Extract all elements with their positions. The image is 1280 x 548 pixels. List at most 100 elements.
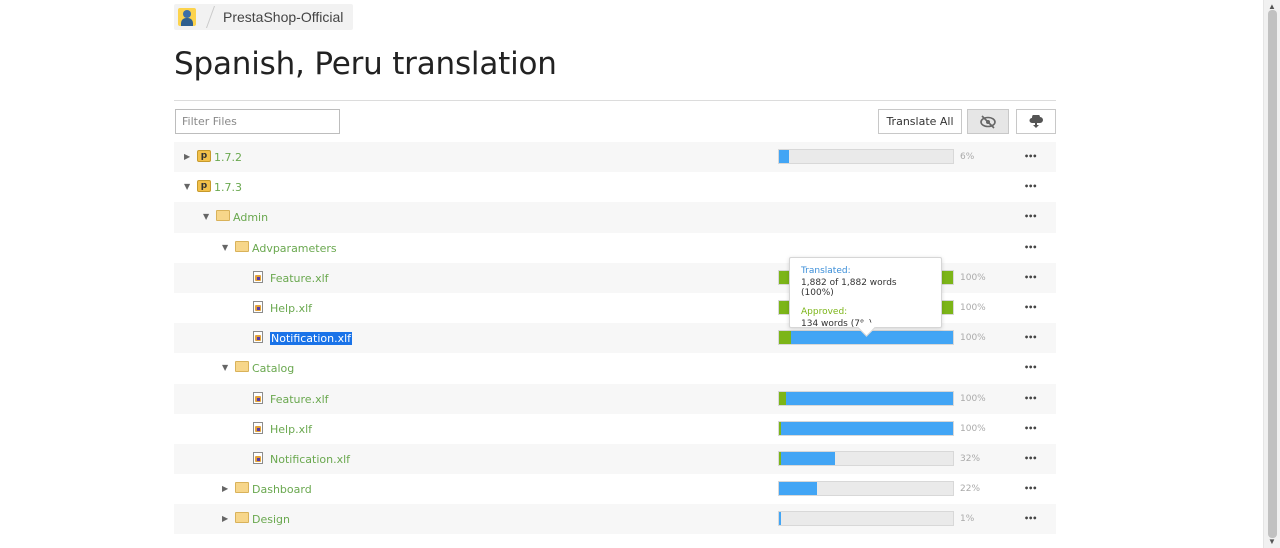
- page-title: Spanish, Peru translation: [174, 46, 557, 82]
- row-label: Notification.xlf: [270, 453, 350, 466]
- version-row[interactable]: ▶ p 1.7.2 6% •••: [174, 142, 1056, 173]
- xlf-file-icon: [253, 421, 263, 434]
- row-name-link[interactable]: Feature.xlf: [270, 393, 329, 406]
- tooltip-approved-value: 134 words (7%): [801, 319, 873, 329]
- folder-icon: [235, 482, 249, 494]
- xlf-file-icon: [253, 451, 263, 464]
- more-options-icon[interactable]: •••: [1024, 333, 1042, 342]
- progress-bar[interactable]: [778, 511, 954, 527]
- folder-row[interactable]: ▼ Admin •••: [174, 202, 1056, 233]
- progress-percent: 100%: [960, 393, 986, 404]
- translated-progress: [779, 391, 953, 405]
- row-label: 1.7.3: [214, 181, 242, 194]
- scrollbar[interactable]: ▲ ▼: [1263, 0, 1280, 548]
- row-name-link[interactable]: 1.7.3: [214, 181, 242, 194]
- row-label: Notification.xlf: [270, 332, 353, 346]
- cloud-download-icon: [1028, 114, 1044, 129]
- more-options-icon[interactable]: •••: [1024, 152, 1042, 161]
- tooltip-translated-label: Translated:: [801, 266, 851, 276]
- more-options-icon[interactable]: •••: [1024, 363, 1042, 372]
- approved-progress: [779, 421, 781, 435]
- folder-icon: [235, 240, 249, 252]
- file-row[interactable]: Feature.xlf 100% •••: [174, 383, 1056, 414]
- progress-bar[interactable]: [778, 450, 954, 466]
- version-icon: p: [197, 150, 211, 162]
- version-icon: p: [197, 180, 211, 193]
- translated-progress: [779, 482, 818, 496]
- file-row[interactable]: Help.xlf 100% •••: [174, 414, 1056, 444]
- more-options-icon[interactable]: •••: [1024, 303, 1042, 312]
- filter-files-input[interactable]: [175, 109, 340, 134]
- breadcrumb: PrestaShop-Official: [174, 4, 354, 30]
- expand-arrow-icon[interactable]: ▶: [222, 514, 228, 523]
- approved-progress: [779, 451, 781, 465]
- download-button[interactable]: [1016, 109, 1056, 134]
- more-options-icon[interactable]: •••: [1024, 484, 1042, 493]
- row-label: Help.xlf: [270, 423, 312, 436]
- translate-all-button[interactable]: Translate All: [878, 109, 962, 134]
- row-label: Advparameters: [252, 242, 337, 255]
- xlf-file-icon: [253, 331, 263, 344]
- row-name-link[interactable]: Help.xlf: [270, 302, 312, 315]
- scrollbar-thumb[interactable]: [1268, 10, 1277, 538]
- row-label: 1.7.2: [214, 151, 242, 164]
- folder-row[interactable]: ▼ Catalog •••: [174, 353, 1056, 383]
- progress-percent: 32%: [960, 453, 981, 464]
- row-name-link[interactable]: Design: [252, 513, 290, 526]
- progress-percent: 100%: [960, 302, 986, 313]
- translated-progress: [779, 512, 781, 526]
- xlf-file-icon: [253, 391, 263, 404]
- row-label: Catalog: [252, 362, 294, 375]
- collapse-arrow-icon[interactable]: ▼: [203, 212, 209, 221]
- row-name-link[interactable]: Notification.xlf: [270, 453, 350, 466]
- xlf-file-icon: [253, 300, 263, 313]
- hide-completed-button[interactable]: [967, 109, 1009, 134]
- expand-arrow-icon[interactable]: ▶: [184, 152, 190, 161]
- more-options-icon[interactable]: •••: [1024, 212, 1042, 221]
- tooltip-approved-label: Approved:: [801, 307, 848, 317]
- folder-row[interactable]: ▶ Design 1% •••: [174, 504, 1056, 535]
- translated-progress: [779, 150, 790, 163]
- collapse-arrow-icon[interactable]: ▼: [222, 363, 228, 372]
- row-name-link[interactable]: Help.xlf: [270, 423, 312, 436]
- collapse-arrow-icon[interactable]: ▼: [222, 243, 228, 252]
- tooltip-translated-value: 1,882 of 1,882 words (100%): [801, 278, 897, 298]
- file-row[interactable]: Notification.xlf 32% •••: [174, 443, 1056, 475]
- eye-slash-icon: [979, 114, 997, 129]
- collapse-arrow-icon[interactable]: ▼: [184, 182, 190, 191]
- row-name-link[interactable]: Notification.xlf: [270, 332, 353, 346]
- version-row[interactable]: ▼ p 1.7.3 •••: [174, 172, 1056, 202]
- progress-bar[interactable]: [778, 149, 954, 164]
- progress-tooltip: Translated: 1,882 of 1,882 words (100%) …: [789, 257, 942, 329]
- row-name-link[interactable]: Dashboard: [252, 483, 312, 496]
- more-options-icon[interactable]: •••: [1024, 394, 1042, 403]
- progress-percent: 100%: [960, 333, 986, 344]
- translated-progress: [779, 451, 835, 465]
- more-options-icon[interactable]: •••: [1024, 273, 1042, 282]
- more-options-icon[interactable]: •••: [1024, 454, 1042, 463]
- project-logo-icon[interactable]: [178, 8, 196, 26]
- row-name-link[interactable]: Advparameters: [252, 242, 337, 255]
- progress-bar[interactable]: [778, 481, 954, 497]
- approved-progress: [779, 331, 792, 345]
- row-name-link[interactable]: Admin: [233, 211, 268, 224]
- scroll-down-icon[interactable]: ▼: [1268, 537, 1276, 546]
- page: PrestaShop-Official Spanish, Peru transl…: [0, 0, 1280, 548]
- progress-bar[interactable]: [778, 390, 954, 406]
- more-options-icon[interactable]: •••: [1024, 424, 1042, 433]
- row-name-link[interactable]: 1.7.2: [214, 151, 242, 164]
- more-options-icon[interactable]: •••: [1024, 182, 1042, 191]
- row-name-link[interactable]: Feature.xlf: [270, 272, 329, 285]
- expand-arrow-icon[interactable]: ▶: [222, 484, 228, 493]
- more-options-icon[interactable]: •••: [1024, 243, 1042, 252]
- row-label: Admin: [233, 211, 268, 224]
- progress-percent: 100%: [960, 423, 986, 434]
- breadcrumb-project-link[interactable]: PrestaShop-Official: [223, 9, 343, 25]
- row-name-link[interactable]: Catalog: [252, 362, 294, 375]
- divider: [174, 100, 1056, 101]
- progress-bar[interactable]: [778, 420, 954, 436]
- folder-row[interactable]: ▶ Dashboard 22% •••: [174, 474, 1056, 504]
- row-label: Feature.xlf: [270, 393, 329, 406]
- approved-progress: [779, 391, 786, 405]
- more-options-icon[interactable]: •••: [1024, 514, 1042, 523]
